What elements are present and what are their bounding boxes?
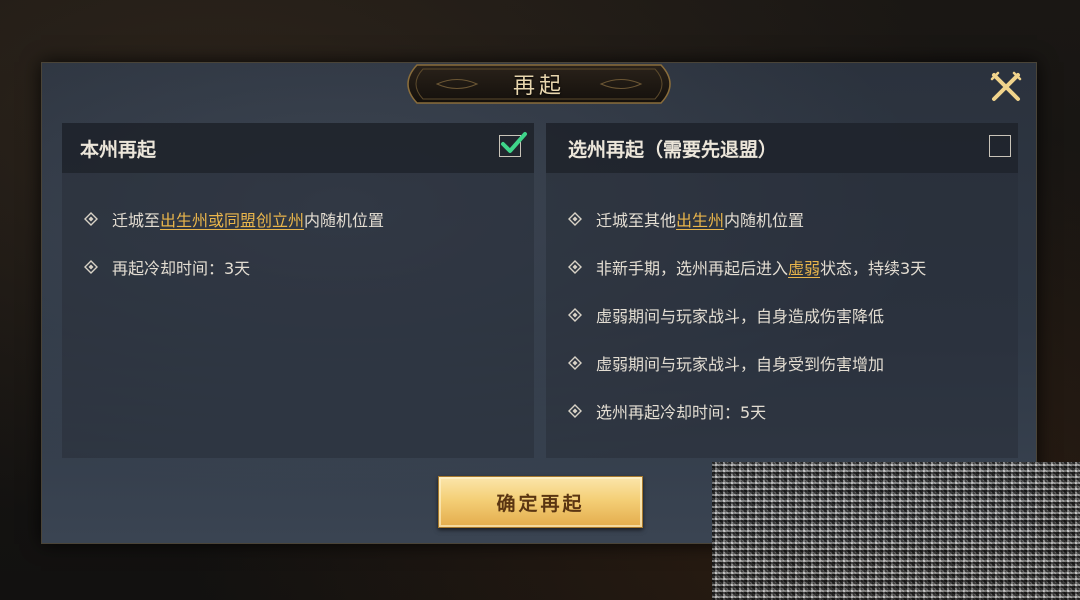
option-panel-choose-state-rebirth[interactable]: 选州再起（需要先退盟） 迁城至其他 出生州 内随机位置 非新手期，选州再起后进入… — [546, 123, 1018, 458]
diamond-bullet-icon — [568, 308, 582, 322]
bullet-text-suffix: 内随机位置 — [724, 211, 805, 230]
bullet-text: 虚弱期间与玩家战斗，自身受到伤害增加 — [596, 355, 885, 374]
close-x-icon — [990, 71, 1022, 101]
diamond-bullet-icon — [568, 404, 582, 418]
bullet-text: 再起冷却时间：3天 — [112, 259, 251, 278]
panel-title: 选州再起（需要先退盟） — [568, 139, 778, 161]
diamond-bullet-icon — [84, 212, 98, 226]
close-button[interactable] — [988, 69, 1024, 105]
noise-watermark-overlay — [712, 462, 1080, 600]
weak-status-link[interactable]: 虚弱 — [788, 255, 820, 279]
confirm-rebirth-button[interactable]: 确定再起 — [438, 476, 643, 528]
list-item: 选州再起冷却时间：5天 — [568, 387, 926, 435]
panel-header: 本州再起 — [62, 123, 534, 173]
panel-header: 选州再起（需要先退盟） — [546, 123, 1018, 173]
local-rebirth-checkbox[interactable] — [499, 132, 527, 157]
diamond-bullet-icon — [84, 260, 98, 274]
checkmark-icon — [501, 132, 527, 153]
list-item: 迁城至其他 出生州 内随机位置 — [568, 195, 926, 243]
bullet-text-prefix: 非新手期，选州再起后进入 — [596, 259, 789, 278]
list-item: 迁城至 出生州或同盟创立州 内随机位置 — [84, 195, 384, 243]
diamond-bullet-icon — [568, 356, 582, 370]
list-item: 再起冷却时间：3天 — [84, 243, 384, 291]
dialog-title-plate: 再起 — [397, 63, 681, 105]
bullet-list: 迁城至其他 出生州 内随机位置 非新手期，选州再起后进入 虚弱 状态，持续3天 虚弱期间… — [568, 195, 926, 435]
diamond-bullet-icon — [568, 260, 582, 274]
panel-title: 本州再起 — [80, 139, 157, 161]
list-item: 虚弱期间与玩家战斗，自身受到伤害增加 — [568, 339, 926, 387]
bullet-list: 迁城至 出生州或同盟创立州 内随机位置 再起冷却时间：3天 — [84, 195, 384, 291]
dialog-title: 再起 — [512, 74, 565, 99]
list-item: 非新手期，选州再起后进入 虚弱 状态，持续3天 — [568, 243, 926, 291]
choose-state-rebirth-checkbox[interactable] — [989, 135, 1011, 157]
diamond-bullet-icon — [568, 212, 582, 226]
birth-state-link[interactable]: 出生州 — [676, 207, 724, 231]
game-background: 再起 本州再起 迁城至 出生州或同盟创立州 内随机位置 再起冷却时间：3天 选州… — [0, 0, 1080, 600]
bullet-text-suffix: 内随机位置 — [304, 211, 385, 230]
bullet-text-suffix: 状态，持续3天 — [820, 259, 927, 278]
bullet-text-prefix: 迁城至其他 — [596, 211, 677, 230]
bullet-text: 选州再起冷却时间：5天 — [596, 403, 767, 422]
list-item: 虚弱期间与玩家战斗，自身造成伤害降低 — [568, 291, 926, 339]
birth-state-link[interactable]: 出生州或同盟创立州 — [160, 207, 304, 231]
bullet-text: 虚弱期间与玩家战斗，自身造成伤害降低 — [596, 307, 885, 326]
option-panel-local-rebirth[interactable]: 本州再起 迁城至 出生州或同盟创立州 内随机位置 再起冷却时间：3天 — [62, 123, 534, 458]
bullet-text-prefix: 迁城至 — [112, 211, 161, 230]
